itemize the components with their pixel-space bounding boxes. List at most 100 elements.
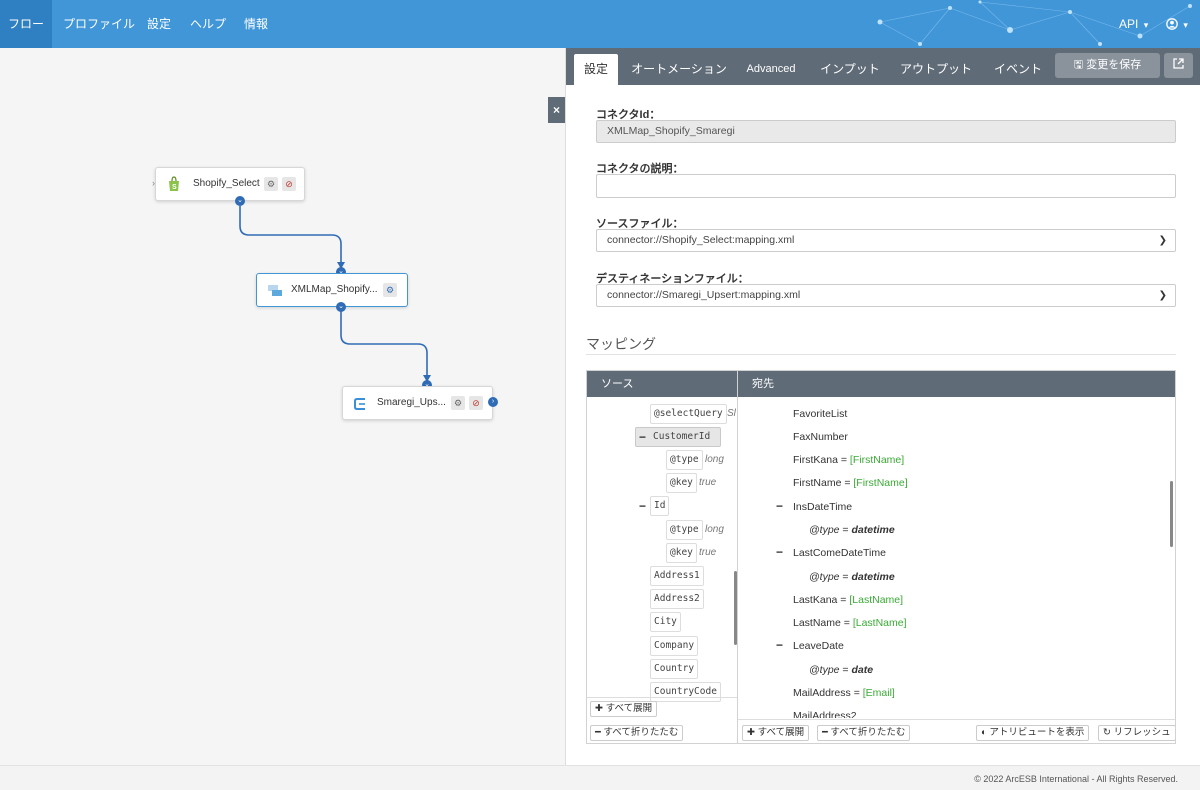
user-caret-icon: ▾ <box>1183 20 1188 30</box>
collapse-icon[interactable]: − <box>776 635 783 655</box>
destination-file-select[interactable]: connector://Smaregi_Upsert:mapping.xml ❯ <box>596 284 1176 307</box>
field-name: LastName <box>793 617 841 629</box>
tab-output[interactable]: アウトプット <box>898 54 974 85</box>
destination-node[interactable]: MailAddress2 <box>793 708 857 718</box>
destination-node[interactable]: LastName = [LastName] <box>793 615 907 631</box>
destination-expand-all-button[interactable]: ✚ すべて展開 <box>742 725 810 741</box>
destination-attribute[interactable]: @type = datetime <box>809 569 895 585</box>
source-node[interactable]: Country <box>650 659 699 679</box>
connector-settings-panel: 設定 オートメーション Advanced インプット アウトプット イベント 🖫… <box>565 48 1200 765</box>
source-node[interactable]: City <box>650 612 681 632</box>
equals-sign: = <box>850 687 863 699</box>
tab-events[interactable]: イベント <box>990 54 1046 85</box>
destination-scrollbar[interactable] <box>1170 481 1173 547</box>
source-node-selected[interactable]: CustomerId <box>635 427 721 447</box>
source-node[interactable]: Address1 <box>650 566 704 586</box>
gear-icon[interactable]: ⚙ <box>451 396 465 410</box>
destination-node[interactable]: FaxNumber <box>793 429 848 445</box>
destination-collapse-all-button[interactable]: ━ すべて折りたたむ <box>817 725 911 741</box>
destination-file-value: connector://Smaregi_Upsert:mapping.xml <box>607 289 801 301</box>
destination-node[interactable]: FirstKana = [FirstName] <box>793 452 904 468</box>
chevron-down-icon: ❯ <box>1158 235 1167 246</box>
flow-node-shopify-select[interactable]: › S Shopify_Select ⚙ ⊘ <box>152 167 305 201</box>
source-node[interactable]: @selectQuery <box>650 404 727 424</box>
destination-expand-all-label: すべて展開 <box>757 727 805 738</box>
output-port-icon[interactable]: ⌄ <box>235 196 245 206</box>
tab-input[interactable]: インプット <box>816 54 884 85</box>
source-scrollbar[interactable] <box>734 571 737 645</box>
source-tree-pane[interactable]: ソース @selectQuery Sl CustomerId − @type l… <box>586 370 738 744</box>
output-port-icon[interactable]: › <box>488 397 498 407</box>
source-collapse-all-button[interactable]: ━ すべて折りたたむ <box>590 725 684 741</box>
destination-node[interactable]: InsDateTime <box>793 499 852 515</box>
tab-advanced[interactable]: Advanced <box>738 54 804 85</box>
collapse-icon[interactable]: − <box>639 496 646 516</box>
flow-canvas[interactable]: › S Shopify_Select ⚙ ⊘ ⌄ ⌄ XMLMap_Shopif… <box>0 48 565 765</box>
save-changes-button[interactable]: 🖫 変更を保存 <box>1055 53 1160 78</box>
nav-profile[interactable]: プロファイル <box>63 0 135 48</box>
destination-attribute[interactable]: @type = date <box>809 662 873 678</box>
api-caret-icon: ▾ <box>1143 20 1149 30</box>
close-panel-button[interactable]: × <box>548 97 565 123</box>
source-node[interactable]: @key <box>666 543 697 563</box>
nav-info[interactable]: 情報 <box>244 0 268 48</box>
attribute-value: date <box>851 664 874 676</box>
input-port-icon[interactable]: › <box>152 178 155 188</box>
source-node[interactable]: Id <box>650 496 670 516</box>
divider <box>586 354 1176 355</box>
source-node[interactable]: Company <box>650 636 699 656</box>
gear-icon[interactable]: ⚙ <box>264 177 278 191</box>
source-node[interactable]: @type <box>666 520 703 540</box>
source-node[interactable]: @type <box>666 450 703 470</box>
flow-node-smaregi-upsert[interactable]: Smaregi_Ups... ⚙ ⊘ <box>342 386 493 420</box>
destination-node[interactable]: LastKana = [LastName] <box>793 592 903 608</box>
nav-flow[interactable]: フロー <box>0 0 52 48</box>
tab-settings[interactable]: 設定 <box>574 54 618 85</box>
stop-icon[interactable]: ⊘ <box>282 177 296 191</box>
svg-text:S: S <box>172 184 177 191</box>
destination-node[interactable]: MailAddress = [Email] <box>793 685 895 701</box>
source-file-select[interactable]: connector://Shopify_Select:mapping.xml ❯ <box>596 229 1176 252</box>
api-menu[interactable]: API ▾ <box>1119 0 1148 48</box>
external-link-button[interactable] <box>1164 53 1193 78</box>
collapse-icon[interactable]: − <box>776 496 783 516</box>
destination-attribute[interactable]: @type = datetime <box>809 522 895 538</box>
gear-icon[interactable]: ⚙ <box>383 283 397 297</box>
mapped-value: [Email] <box>862 687 895 699</box>
destination-node[interactable]: FavoriteList <box>793 406 847 422</box>
node-label: XMLMap_Shopify... <box>291 284 378 295</box>
minus-icon: ━ <box>595 727 601 738</box>
source-header: ソース <box>587 371 737 397</box>
shopify-bag-icon: S <box>169 176 179 191</box>
nav-settings[interactable]: 設定 <box>147 0 171 48</box>
attribute-name: @type <box>809 524 840 536</box>
equals-sign: = <box>837 454 850 466</box>
source-expand-all-button[interactable]: ✚ すべて展開 <box>590 701 658 717</box>
source-node[interactable]: CountryCode <box>650 682 721 702</box>
collapse-icon[interactable]: − <box>639 427 646 447</box>
field-name: FirstName <box>793 477 842 489</box>
flow-node-xmlmap[interactable]: XMLMap_Shopify... ⚙ <box>256 273 408 307</box>
field-name: LastComeDateTime <box>793 547 886 559</box>
destination-node[interactable]: LastComeDateTime <box>793 545 886 561</box>
user-menu[interactable]: ▾ <box>1166 0 1188 48</box>
destination-node[interactable]: LeaveDate <box>793 638 844 654</box>
source-node[interactable]: @key <box>666 473 697 493</box>
output-port-icon[interactable]: ⌄ <box>336 302 346 312</box>
refresh-button[interactable]: ↻ リフレッシュ <box>1098 725 1175 741</box>
connector-description-field[interactable] <box>596 174 1176 198</box>
destination-tree-pane[interactable]: 宛先 FavoriteList FaxNumber FirstKana = [F… <box>738 370 1176 744</box>
destination-node[interactable]: FirstName = [FirstName] <box>793 475 908 491</box>
source-node[interactable]: Address2 <box>650 589 704 609</box>
equals-sign: = <box>840 617 853 629</box>
show-attributes-button[interactable]: ◐ アトリビュートを表示 <box>976 725 1090 741</box>
top-navbar: フロー プロファイル 設定 ヘルプ 情報 API ▾ ▾ <box>0 0 1200 48</box>
mapped-value: [FirstName] <box>853 477 908 489</box>
equals-sign: = <box>839 664 852 676</box>
footer: © 2022 ArcESB International - All Rights… <box>0 765 1200 790</box>
source-value: long <box>705 524 724 535</box>
stop-icon[interactable]: ⊘ <box>469 396 483 410</box>
tab-automation[interactable]: オートメーション <box>629 54 729 85</box>
collapse-icon[interactable]: − <box>776 542 783 562</box>
nav-help[interactable]: ヘルプ <box>190 0 226 48</box>
